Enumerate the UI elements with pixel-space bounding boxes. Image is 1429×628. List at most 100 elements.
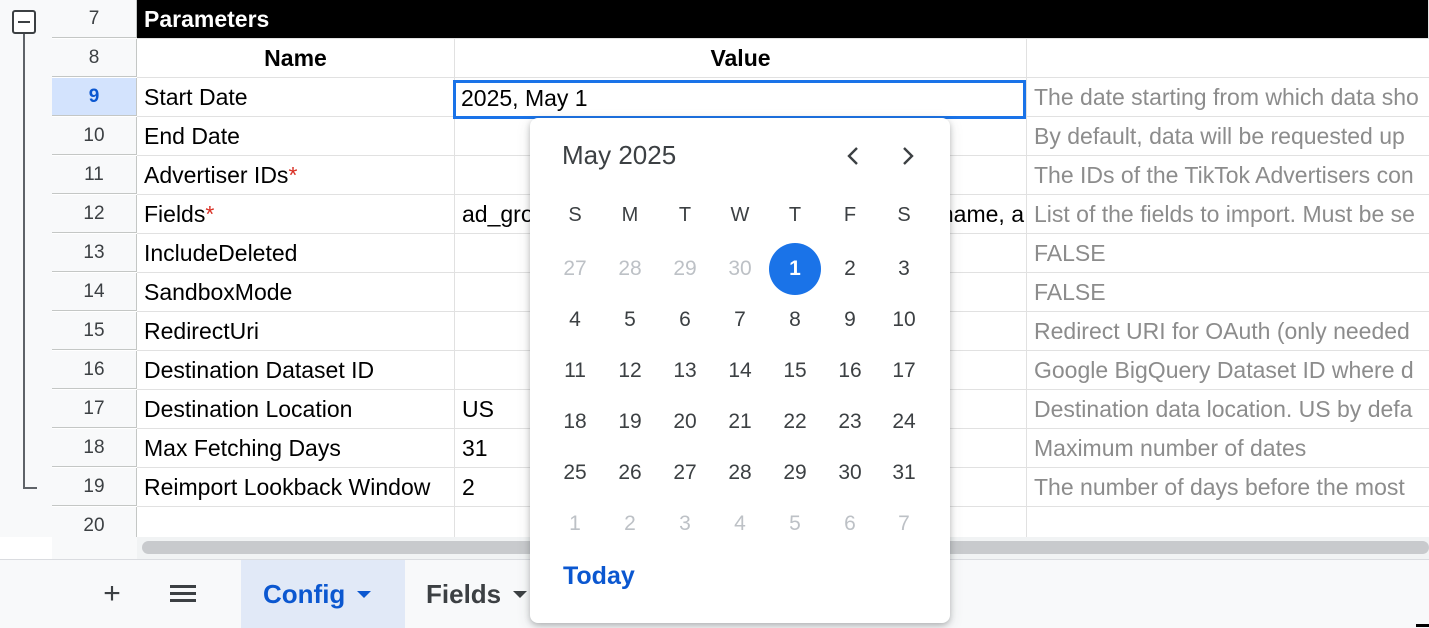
calendar-day[interactable]: 12 [604, 345, 656, 397]
calendar-day[interactable]: 21 [714, 396, 766, 448]
calendar-day[interactable]: 28 [604, 243, 656, 295]
row-header[interactable]: 7 [52, 0, 137, 38]
row-header[interactable]: 17 [52, 390, 137, 428]
name-cell[interactable]: End Date [137, 117, 455, 156]
param-value: ad_gro [462, 201, 534, 227]
row-header[interactable]: 8 [52, 39, 137, 77]
description-cell[interactable]: The number of days before the most [1027, 468, 1429, 507]
param-description: The number of days before the most [1034, 474, 1405, 500]
collapse-group-icon[interactable] [12, 10, 36, 34]
calendar-day[interactable]: 27 [659, 447, 711, 499]
row-header[interactable]: 14 [52, 273, 137, 311]
description-cell[interactable]: The IDs of the TikTok Advertisers con [1027, 156, 1429, 195]
caret-down-icon[interactable] [513, 590, 528, 598]
value-column-header[interactable]: Value [455, 39, 1027, 78]
calendar-day[interactable]: 16 [824, 345, 876, 397]
calendar-day[interactable]: 18 [549, 396, 601, 448]
name-cell[interactable]: Advertiser IDs* [137, 156, 455, 195]
weekday-header: W [730, 204, 750, 226]
calendar-day[interactable]: 10 [878, 294, 930, 346]
name-cell[interactable]: Destination Dataset ID [137, 351, 455, 390]
plus-icon[interactable]: + [96, 577, 128, 610]
calendar-day[interactable]: 25 [549, 447, 601, 499]
calendar-day[interactable]: 30 [714, 243, 766, 295]
row-header[interactable]: 15 [52, 312, 137, 350]
calendar-day[interactable]: 4 [714, 498, 766, 550]
calendar-day[interactable]: 6 [659, 294, 711, 346]
calendar-day[interactable]: 8 [769, 294, 821, 346]
calendar-day[interactable]: 3 [659, 498, 711, 550]
calendar-day[interactable]: 9 [824, 294, 876, 346]
calendar-day[interactable]: 24 [878, 396, 930, 448]
description-cell[interactable]: By default, data will be requested up [1027, 117, 1429, 156]
name-cell[interactable]: Reimport Lookback Window [137, 468, 455, 507]
calendar-day[interactable]: 30 [824, 447, 876, 499]
description-cell[interactable]: Google BigQuery Dataset ID where d [1027, 351, 1429, 390]
calendar-day[interactable]: 6 [824, 498, 876, 550]
row-group-gutter [0, 0, 52, 537]
calendar-day[interactable]: 4 [549, 294, 601, 346]
name-cell[interactable]: Destination Location [137, 390, 455, 429]
calendar-day[interactable]: 20 [659, 396, 711, 448]
description-cell[interactable]: List of the fields to import. Must be se [1027, 195, 1429, 234]
calendar-day[interactable]: 5 [604, 294, 656, 346]
calendar-day[interactable]: 22 [769, 396, 821, 448]
calendar-day[interactable]: 11 [549, 345, 601, 397]
description-cell[interactable]: Maximum number of dates [1027, 429, 1429, 468]
menu-icon[interactable] [166, 578, 200, 610]
calendar-day[interactable]: 3 [878, 243, 930, 295]
description-cell[interactable]: FALSE [1027, 234, 1429, 273]
name-column-header[interactable]: Name [137, 39, 455, 78]
calendar-day[interactable]: 19 [604, 396, 656, 448]
row-header[interactable]: 16 [52, 351, 137, 389]
calendar-day[interactable]: 28 [714, 447, 766, 499]
row-header[interactable]: 11 [52, 156, 137, 194]
param-name: IncludeDeleted [144, 240, 298, 266]
description-cell[interactable]: The date starting from which data sho [1027, 78, 1429, 117]
calendar-day[interactable]: 7 [878, 498, 930, 550]
name-cell[interactable]: SandboxMode [137, 273, 455, 312]
calendar-day[interactable]: 1 [549, 498, 601, 550]
today-button[interactable]: Today [563, 562, 635, 591]
caret-down-icon[interactable] [357, 590, 372, 598]
description-column-header[interactable] [1027, 39, 1429, 78]
name-cell[interactable]: Max Fetching Days [137, 429, 455, 468]
row-header[interactable]: 10 [52, 117, 137, 155]
calendar-day[interactable]: 29 [659, 243, 711, 295]
calendar-day[interactable]: 2 [824, 243, 876, 295]
description-cell[interactable]: Destination data location. US by defa [1027, 390, 1429, 429]
description-cell[interactable]: Redirect URI for OAuth (only needed [1027, 312, 1429, 351]
name-cell[interactable]: RedirectUri [137, 312, 455, 351]
calendar-day[interactable]: 17 [878, 345, 930, 397]
sheet-tab-fields[interactable]: Fields [405, 560, 530, 628]
description-cell[interactable]: FALSE [1027, 273, 1429, 312]
calendar-day[interactable]: 2 [604, 498, 656, 550]
chevron-right-icon[interactable] [892, 140, 924, 172]
calendar-day-selected[interactable]: 1 [769, 243, 821, 295]
weekday-header: M [621, 204, 639, 226]
calendar-day[interactable]: 5 [769, 498, 821, 550]
row-header[interactable]: 19 [52, 468, 137, 506]
name-cell[interactable]: IncludeDeleted [137, 234, 455, 273]
sheet-tab-config[interactable]: Config [241, 560, 405, 628]
calendar-day[interactable]: 31 [878, 447, 930, 499]
row-header[interactable]: 9 [52, 78, 137, 116]
name-cell[interactable]: Start Date [137, 78, 455, 117]
required-marker: * [205, 201, 215, 227]
calendar-day[interactable]: 23 [824, 396, 876, 448]
calendar-day[interactable]: 14 [714, 345, 766, 397]
param-name: Destination Dataset ID [144, 357, 375, 383]
calendar-day[interactable]: 27 [549, 243, 601, 295]
row-header[interactable]: 12 [52, 195, 137, 233]
calendar-day[interactable]: 15 [769, 345, 821, 397]
calendar-day[interactable]: 26 [604, 447, 656, 499]
selected-cell-start-date[interactable]: 2025, May 1 [453, 80, 1026, 119]
calendar-day[interactable]: 13 [659, 345, 711, 397]
row-header[interactable]: 18 [52, 429, 137, 467]
calendar-day[interactable]: 29 [769, 447, 821, 499]
calendar-day[interactable]: 7 [714, 294, 766, 346]
chevron-left-icon[interactable] [837, 140, 869, 172]
row-header[interactable]: 13 [52, 234, 137, 272]
parameters-title-cell[interactable]: Parameters [137, 0, 1429, 39]
name-cell[interactable]: Fields* [137, 195, 455, 234]
